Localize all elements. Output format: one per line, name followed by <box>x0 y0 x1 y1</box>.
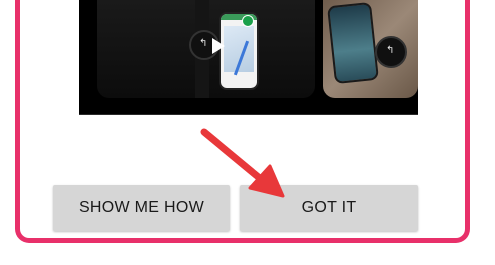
annotation-arrow-shaft <box>200 128 266 184</box>
annotation-arrow <box>200 128 285 198</box>
